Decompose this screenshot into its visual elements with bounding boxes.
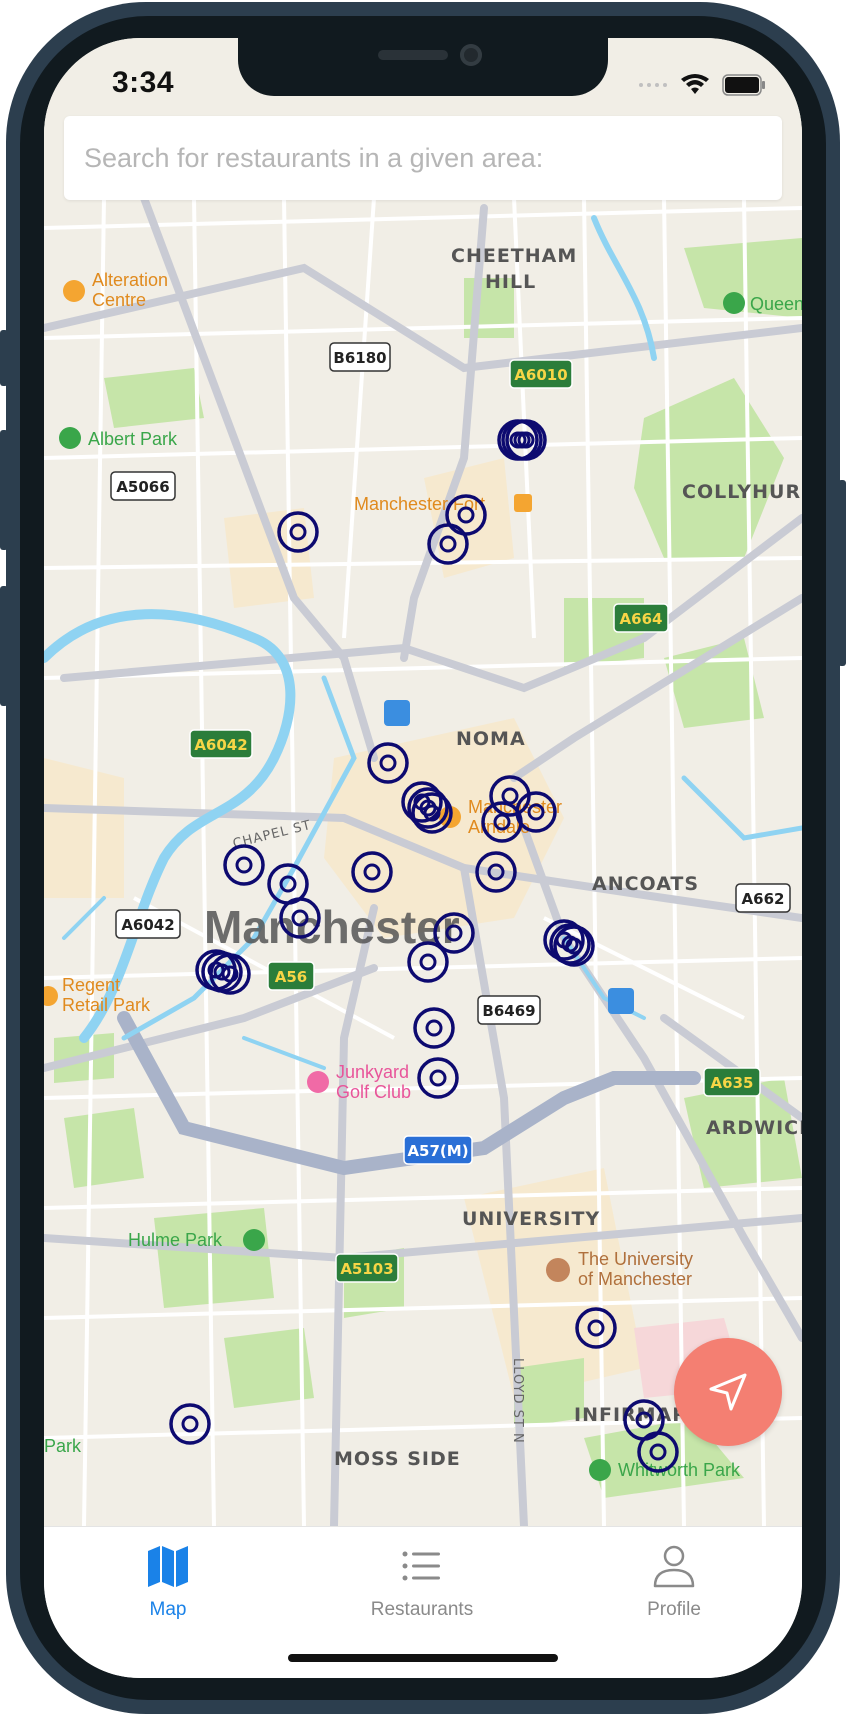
place-label: of Manchester [578,1269,692,1289]
district-label: COLLYHURST [682,481,802,503]
district-label: ANCOATS [592,873,699,895]
district-label: MOSS SIDE [334,1448,461,1470]
person-icon [653,1545,695,1588]
road-badge: B6180 [333,349,386,367]
volume-down-button [0,586,8,706]
park-icon [723,292,745,314]
road-badge: A5066 [116,478,169,496]
locate-me-button[interactable] [674,1338,782,1446]
road-badge: A57(M) [407,1142,468,1160]
navigation-arrow-icon [709,1373,747,1411]
place-label: Centre [92,290,146,310]
park-icon [243,1229,265,1251]
park-icon [59,427,81,449]
tab-map[interactable]: Map [78,1543,258,1633]
district-label: HILL [485,271,536,293]
speaker-grille [378,50,448,60]
power-button [838,480,846,666]
tab-label: Restaurants [370,1599,474,1620]
road-badge: A6042 [194,736,247,754]
place-label: Hulme Park [128,1230,223,1250]
district-label: CHEETHAM [451,245,577,267]
golf-icon [307,1071,329,1093]
road-badge: B6469 [482,1002,535,1020]
road-badge: A56 [275,968,307,986]
road-badge: A635 [711,1074,754,1092]
park-icon [589,1459,611,1481]
side-button [0,330,8,386]
signal-dots-icon [639,83,667,87]
train-icon [384,700,410,726]
place-label: Alteration [92,270,168,290]
map-view[interactable]: CHEETHAM HILL COLLYHURST NOMA ANCOATS AR… [44,38,802,1526]
district-label: UNIVERSITY [462,1208,600,1230]
train-icon [608,988,634,1014]
status-time: 3:34 [112,66,175,99]
road-badge: A5103 [340,1260,393,1278]
front-camera [460,44,482,66]
district-label: ARDWICK [706,1117,802,1139]
university-icon [546,1258,570,1282]
place-label: Whitworth Park [618,1460,741,1480]
home-indicator [288,1654,558,1662]
status-bar: 3:34 [44,38,802,118]
tab-label: Profile [647,1599,701,1620]
map-icon [148,1546,188,1587]
road-badge: A6042 [121,916,174,934]
battery-icon [722,74,765,96]
notch [238,38,608,96]
poi-icon [63,280,85,302]
wifi-icon [681,74,709,94]
shop-icon [514,494,532,512]
tab-profile[interactable]: Profile [584,1543,764,1633]
search-input[interactable] [64,116,782,200]
road-badge: A6010 [514,366,567,384]
tab-label: Map [149,1599,187,1620]
search-bar[interactable] [64,116,782,200]
street-label: LLOYD ST N [510,1358,525,1444]
place-label: Junkyard [336,1062,409,1082]
tab-restaurants[interactable]: Restaurants [332,1543,512,1633]
status-icons [638,74,766,96]
place-label: Retail Park [62,995,151,1015]
place-label: Park [44,1436,82,1456]
place-label: Golf Club [336,1082,411,1102]
app-screen: CHEETHAM HILL COLLYHURST NOMA ANCOATS AR… [44,38,802,1678]
place-label: The University [578,1249,693,1269]
road-badge: A664 [620,610,663,628]
district-label: NOMA [456,728,526,750]
road-badge: A662 [742,890,785,908]
place-label: Albert Park [88,429,178,449]
list-icon [402,1551,440,1581]
place-label: Queen [750,294,802,314]
volume-up-button [0,430,8,550]
map-canvas[interactable]: CHEETHAM HILL COLLYHURST NOMA ANCOATS AR… [44,38,802,1526]
place-label: Regent [62,975,120,995]
